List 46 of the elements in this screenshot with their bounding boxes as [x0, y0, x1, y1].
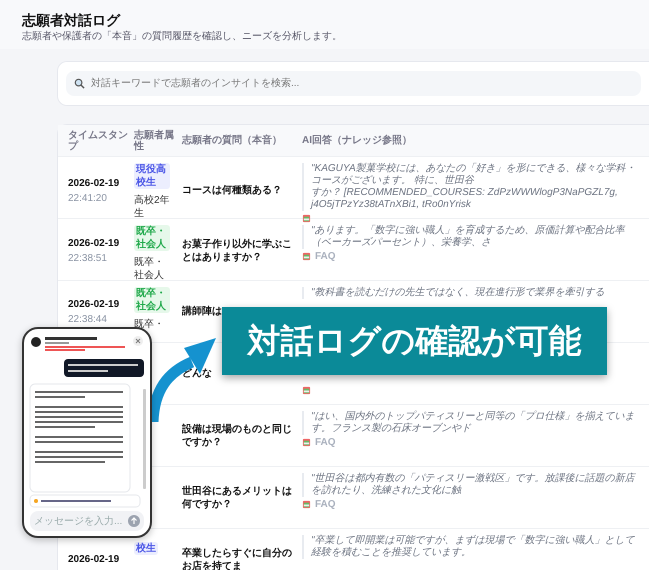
answer-text: "あります。「数字に強い職人」を育成するため、原価計算や配合比率（ベーカーズパーセント）、栄養学、さ	[311, 225, 626, 249]
answer-text: "KAGUYA製菓学校には、あなたの「好き」を形にできる、様々な学科・コースがございます。 特に、世田谷	[311, 163, 637, 187]
date-text: 2026-02-19	[68, 176, 120, 190]
message-input[interactable]: メッセージを入力...	[30, 511, 144, 531]
close-icon[interactable]	[133, 336, 143, 346]
search-icon	[74, 78, 85, 89]
column-header: 志願者の質問（本音）	[182, 135, 283, 146]
answer-text: "はい、国内外のトップパティスリーと同等の「プロ仕様」を揃えています。フランス製の石床オーブンやド	[311, 411, 636, 435]
question-text: 世田谷にあるメリットは何ですか？	[182, 484, 293, 510]
search-field[interactable]: 対話キーワードで志願者のインサイトを検索...	[66, 71, 641, 96]
attribute-text: 既卒・	[134, 318, 165, 331]
source-label: FAQ	[315, 251, 336, 262]
suggestion-chip-drawing[interactable]	[30, 494, 140, 508]
answer-text: "世田谷は都内有数の「パティスリー激戦区」です。放課後に話題の新店を訪れたり、洗練された文化に触	[311, 473, 637, 497]
attribute-text: 高校2年生	[134, 194, 170, 220]
attribute-tag: 既卒・社会人	[134, 287, 170, 313]
time-text: 22:38:44	[68, 312, 108, 326]
answer-text: "教科書を読むだけの先生ではなく、現在進行形で業界を牽引する	[311, 287, 606, 299]
answer-text: すか？ [RECOMMENDED_COURSES: ZdPzWWWlogP3NaPGZL7g, j4O5jTPzYz38tATnXBi1, tRo0nYrisk	[311, 187, 619, 211]
attribute-tag: 現役高校生	[134, 163, 170, 189]
date-text: 2026-02-19	[68, 236, 120, 250]
column-header: タイムスタンプ	[68, 130, 129, 152]
attribute-tag: 既卒・社会人	[134, 225, 170, 251]
scrollbar[interactable]	[143, 389, 146, 489]
caption-banner: 対話ログの確認が可能	[222, 307, 607, 375]
search-input[interactable]: 対話キーワードで志願者のインサイトを検索...	[91, 76, 633, 91]
date-text: 2026-02-19	[68, 553, 120, 567]
attribute-tag: 校生	[134, 542, 158, 555]
input-placeholder: メッセージを入力...	[34, 514, 124, 528]
source-label: FAQ	[315, 437, 336, 448]
page-title: 志願者対話ログ	[22, 12, 122, 29]
time-text: 22:38:51	[68, 252, 108, 266]
question-text: 設備は現場のものと同じですか？	[182, 422, 293, 448]
send-icon[interactable]	[128, 515, 140, 527]
answer-text: "卒業して即開業は可能ですが、まずは現場で「数字に強い職人」として経験を積むことを推奨しています。	[311, 535, 636, 559]
column-header: 志願者属性	[134, 130, 175, 152]
date-text: 2026-02-19	[68, 298, 120, 312]
question-text: 講師陣は	[182, 305, 223, 318]
question-text: コースは何種類ある？	[182, 184, 283, 197]
time-text: 22:41:20	[68, 192, 108, 206]
column-header: AI回答（ナレッジ参照）	[302, 135, 413, 146]
attribute-text: 既卒・社会人	[134, 256, 165, 282]
source-label: FAQ	[315, 499, 336, 510]
question-text: お菓子作り以外に学ぶことはありますか？	[182, 238, 293, 264]
question-text: 卒業したらすぐに自分のお店を持てま	[182, 546, 293, 570]
page-subtitle: 志願者や保護者の「本音」の質問履歴を確認し、ニーズを分析します。	[22, 31, 343, 43]
